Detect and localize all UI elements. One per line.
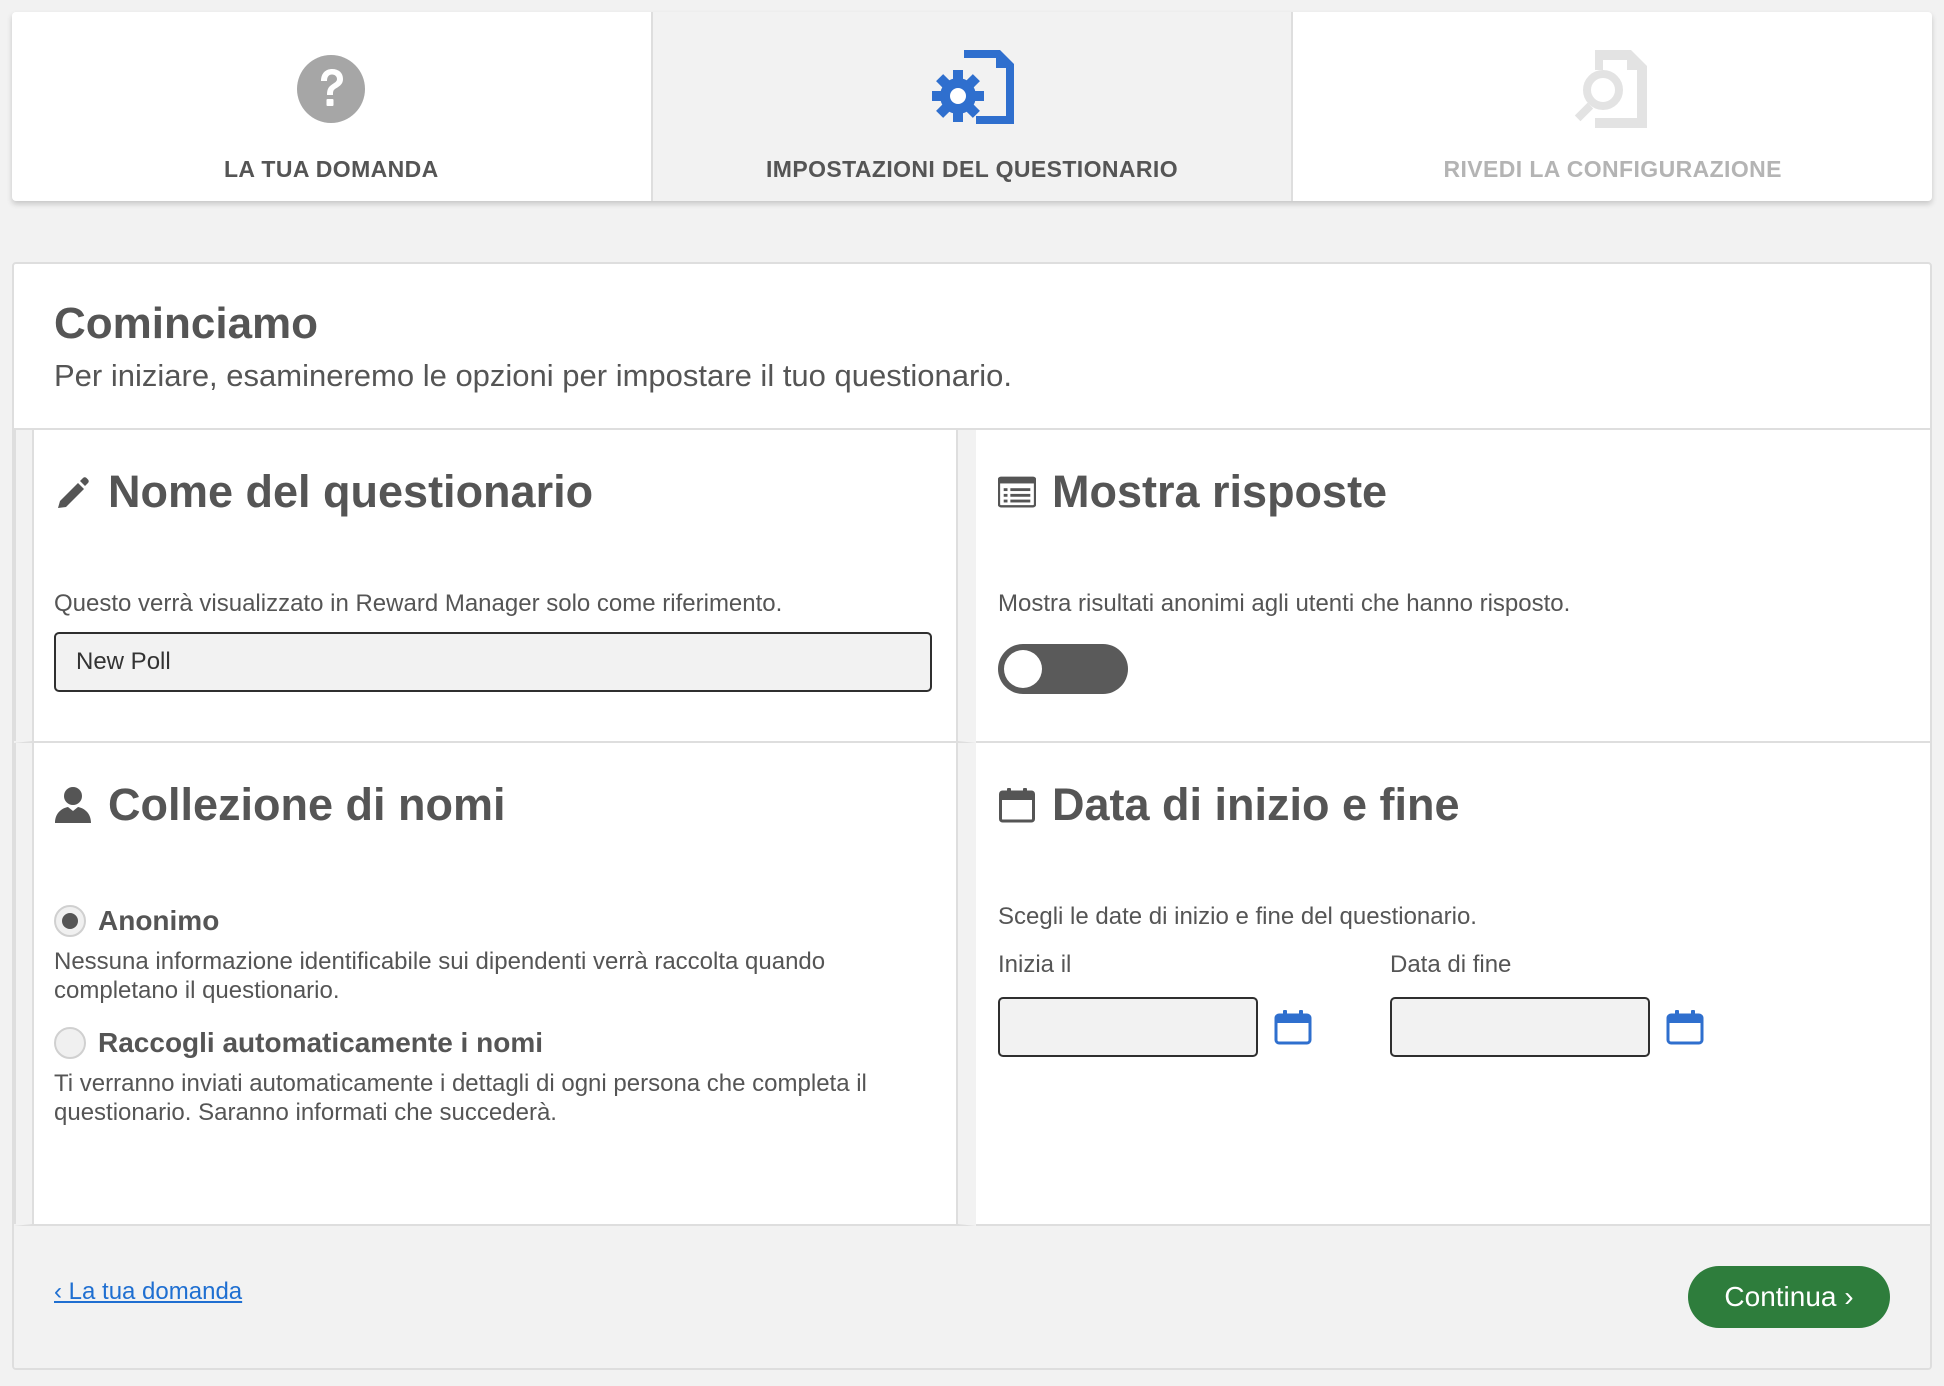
section-title: Mostra risposte (1052, 466, 1388, 517)
end-date-label: Data di fine (1390, 951, 1512, 978)
settings-grid: Nome del questionario Questo verrà visua… (14, 430, 1930, 1226)
step-poll-settings[interactable]: IMPOSTAZIONI DEL QUESTIONARIO (652, 12, 1294, 201)
start-date-input[interactable] (998, 997, 1258, 1057)
name-collection-section: Collezione di nomi Anonimo Nessuna infor… (14, 743, 976, 1226)
radio-button-collect-names[interactable] (54, 1027, 86, 1059)
radio-description: Nessuna informazione identificabile sui … (54, 948, 826, 1004)
end-date-input[interactable] (1390, 997, 1650, 1057)
radio-label: Raccogli automaticamente i nomi (98, 1027, 543, 1058)
step-label: RIVEDI LA CONFIGURAZIONE (1443, 156, 1782, 182)
review-document-icon (1568, 44, 1658, 134)
list-icon (998, 473, 1036, 511)
dates-description: Scegli le date di inizio e fine del ques… (998, 903, 1477, 930)
radio-option-anonymous[interactable]: Anonimo (54, 905, 958, 937)
poll-name-description: Questo verrà visualizzato in Reward Mana… (54, 590, 783, 617)
settings-document-icon (927, 44, 1017, 134)
step-label: LA TUA DOMANDA (223, 156, 439, 182)
settings-card: Cominciamo Per iniziare, esamineremo le … (12, 262, 1932, 1370)
continue-button[interactable]: Continua › (1688, 1266, 1890, 1328)
calendar-picker-icon[interactable] (1274, 1008, 1312, 1046)
radio-label: Anonimo (98, 905, 220, 936)
start-date-field: Inizia il (998, 951, 1390, 1057)
page-subtitle: Per iniziare, esamineremo le opzioni per… (54, 358, 1013, 394)
user-icon (54, 786, 92, 824)
dates-section: Data di inizio e fine Scegli le date di … (976, 743, 1930, 1226)
radio-button-anonymous[interactable] (54, 905, 86, 937)
end-date-field: Data di fine (1390, 951, 1782, 1057)
calendar-icon (998, 786, 1036, 824)
wizard-stepper: LA TUA DOMANDA IMPOSTAZIONI DEL QUESTION… (12, 12, 1932, 201)
section-title: Data di inizio e fine (1052, 779, 1460, 830)
radio-option-collect-names[interactable]: Raccogli automaticamente i nomi (54, 1027, 958, 1059)
radio-description: Ti verranno inviati automaticamente i de… (54, 1070, 867, 1126)
step-label: IMPOSTAZIONI DEL QUESTIONARIO (766, 156, 1178, 182)
poll-name-section: Nome del questionario Questo verrà visua… (14, 430, 976, 743)
card-footer: ‹ La tua domanda Continua › (14, 1226, 1930, 1368)
pencil-icon (54, 473, 92, 511)
calendar-picker-icon[interactable] (1666, 1008, 1704, 1046)
toggle-knob (1004, 650, 1042, 688)
show-responses-section: Mostra risposte Mostra risultati anonimi… (976, 430, 1930, 743)
step-review-configuration: RIVEDI LA CONFIGURAZIONE (1293, 12, 1932, 201)
question-circle-icon (286, 44, 376, 134)
intro-section: Cominciamo Per iniziare, esamineremo le … (14, 264, 1930, 430)
back-link[interactable]: ‹ La tua domanda (54, 1278, 242, 1306)
section-title: Nome del questionario (108, 466, 594, 517)
show-responses-toggle[interactable] (998, 644, 1128, 694)
section-title: Collezione di nomi (108, 779, 506, 830)
poll-name-input[interactable] (54, 632, 932, 692)
start-date-label: Inizia il (998, 951, 1072, 978)
step-your-question[interactable]: LA TUA DOMANDA (12, 12, 653, 201)
page-title: Cominciamo (54, 299, 319, 348)
show-responses-description: Mostra risultati anonimi agli utenti che… (998, 590, 1571, 617)
